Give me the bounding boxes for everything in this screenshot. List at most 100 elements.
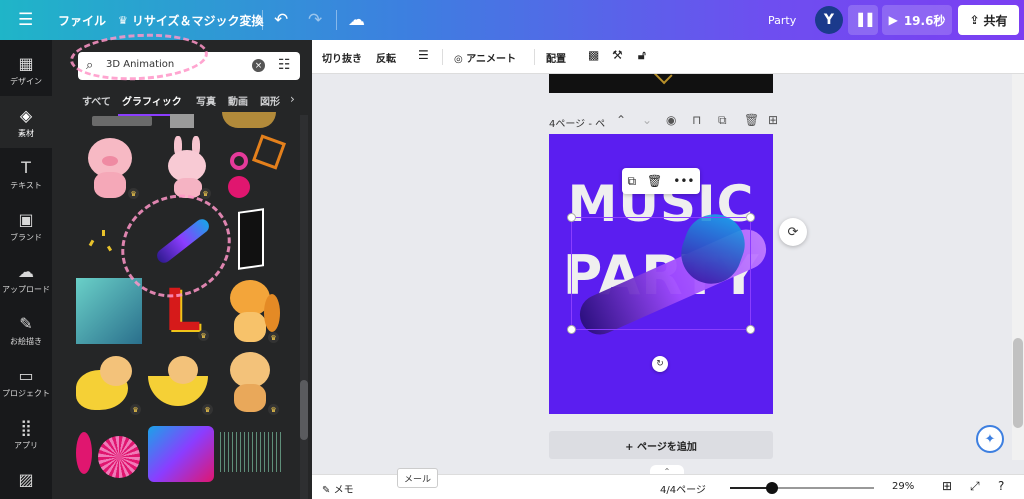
monkey-banana-graphic[interactable]: ♛: [76, 350, 142, 416]
zoom-level[interactable]: 29%: [892, 481, 914, 492]
sphere-graphic[interactable]: [98, 436, 140, 478]
flip-button[interactable]: 反転: [376, 50, 396, 65]
rail-item-text[interactable]: T テキスト: [0, 148, 52, 200]
tab-photos[interactable]: 写真: [196, 93, 216, 108]
undo-icon[interactable]: ↶: [274, 0, 288, 40]
trash-icon[interactable]: 🗑︎: [744, 113, 759, 127]
tab-graphics[interactable]: グラフィック: [122, 93, 182, 108]
rail-label: ブランド: [10, 232, 42, 242]
rail-item-brand[interactable]: ▣ ブランド: [0, 200, 52, 252]
zoom-slider-knob[interactable]: [766, 482, 778, 494]
rail-label: お絵描き: [10, 336, 42, 346]
grid-view-icon[interactable]: ⊞: [942, 479, 952, 493]
tab-videos[interactable]: 動画: [228, 93, 248, 108]
search-box[interactable]: ⌕ 3D Animation × ☷: [78, 52, 300, 80]
redo-icon[interactable]: ↷: [308, 0, 322, 40]
pen-icon: ✎: [19, 313, 33, 333]
share-button[interactable]: ⇪ 共有: [958, 5, 1019, 35]
fullscreen-icon[interactable]: ⤢: [970, 479, 980, 494]
design-title[interactable]: Party: [768, 0, 796, 40]
rail-item-design[interactable]: ▦ デザイン: [0, 44, 52, 96]
resize-handle[interactable]: [567, 325, 576, 334]
share-icon: ⇪: [969, 13, 980, 27]
rail-item-draw[interactable]: ✎ お絵描き: [0, 304, 52, 356]
graphic-thumb[interactable]: [222, 112, 276, 128]
lines-graphic[interactable]: [220, 432, 282, 472]
rail-label: アップロード: [2, 284, 50, 294]
cloud-save-icon[interactable]: ☁: [348, 0, 365, 40]
panel-scroll-thumb[interactable]: [300, 380, 308, 440]
monkey-moon-graphic[interactable]: ♛: [148, 350, 214, 416]
transparency-icon[interactable]: ▩: [588, 48, 599, 62]
hamburger-icon[interactable]: ☰: [18, 0, 33, 40]
animate-button[interactable]: ◎ アニメート: [454, 50, 516, 65]
tab-shapes[interactable]: 図形: [260, 93, 280, 108]
file-menu[interactable]: ファイル: [58, 0, 106, 40]
duplicate-icon[interactable]: ⧉: [718, 113, 727, 128]
chevron-down-icon[interactable]: ⌄: [642, 113, 652, 127]
border-style-icon[interactable]: ☰: [418, 48, 429, 62]
animate-icon: ◎: [454, 54, 463, 65]
eye-icon[interactable]: ◉: [666, 113, 676, 127]
lock-icon[interactable]: ⊓: [692, 113, 701, 127]
resize-handle[interactable]: [567, 213, 576, 222]
gradient-wave-graphic[interactable]: [148, 426, 214, 482]
share-label: 共有: [983, 13, 1008, 28]
refresh-comment-icon[interactable]: ⟳: [779, 218, 807, 246]
page-label[interactable]: 4ページ - ペ: [549, 115, 605, 130]
add-page-button[interactable]: + ページを追加: [549, 431, 773, 459]
resize-button[interactable]: ♛ リサイズ＆マジック変換: [118, 0, 264, 40]
more-icon[interactable]: •••: [673, 174, 694, 188]
rail-item-image[interactable]: ▨: [0, 466, 52, 496]
squirrel-graphic[interactable]: ♛: [220, 278, 282, 346]
rail-item-uploads[interactable]: ☁ アップロード: [0, 252, 52, 304]
help-icon[interactable]: ?: [998, 479, 1004, 493]
crop-button[interactable]: 切り抜き: [322, 50, 362, 65]
black-shape-graphic[interactable]: [232, 208, 274, 272]
filter-icon[interactable]: ☷: [278, 57, 291, 73]
teal-pattern-graphic[interactable]: [76, 278, 142, 344]
duplicate-icon[interactable]: ⧉: [627, 174, 636, 189]
canvas-scroll-thumb[interactable]: [1013, 338, 1023, 428]
rail-label: 素材: [18, 128, 34, 138]
bunny-graphic[interactable]: ♛: [160, 136, 216, 200]
page-count[interactable]: 4/4ページ: [660, 481, 706, 496]
flower-graphic[interactable]: [76, 432, 92, 474]
brand-icon: ▣: [18, 209, 34, 229]
crown-icon: ♛: [198, 330, 209, 341]
magic-sparkle-icon[interactable]: ✦: [976, 425, 1004, 453]
confetti-graphic[interactable]: [80, 210, 138, 270]
resize-handle[interactable]: [746, 325, 755, 334]
panel-scrollbar[interactable]: [300, 115, 308, 499]
avatar[interactable]: Y: [815, 6, 843, 34]
trash-icon[interactable]: 🗑︎: [647, 174, 662, 188]
analytics-icon[interactable]: ▐▐: [848, 5, 878, 35]
tab-all[interactable]: すべて: [82, 93, 111, 108]
chevron-right-icon[interactable]: ›: [290, 92, 295, 106]
play-icon: ▶: [888, 13, 898, 27]
present-button[interactable]: ▶ 19.6秒: [882, 5, 952, 35]
notes-label: メモ: [333, 485, 354, 496]
search-input[interactable]: 3D Animation: [106, 59, 174, 70]
lock-icon[interactable]: 🔓︎: [638, 48, 646, 63]
clear-icon[interactable]: ×: [252, 59, 265, 72]
letter-l-graphic[interactable]: L ♛: [160, 278, 214, 344]
rail-item-apps[interactable]: ⣿ アプリ: [0, 408, 52, 460]
graphic-thumb[interactable]: [92, 116, 152, 126]
rail-item-elements[interactable]: ◈ 素材: [0, 96, 52, 148]
rail-item-projects[interactable]: ▭ プロジェクト: [0, 356, 52, 408]
notes-button[interactable]: ✎ メモ: [322, 481, 354, 496]
monkey-sitting-graphic[interactable]: ♛: [220, 350, 282, 416]
shapes-graphic[interactable]: [222, 134, 287, 200]
position-button[interactable]: 配置: [546, 50, 566, 65]
add-note-icon[interactable]: ⊞: [768, 113, 778, 127]
divider: [336, 10, 337, 30]
ribbon-graphic[interactable]: [148, 216, 212, 266]
paint-roller-icon[interactable]: ⚒: [612, 48, 623, 62]
rotate-icon[interactable]: ↻: [652, 356, 668, 372]
previous-page[interactable]: [549, 74, 773, 93]
graphic-thumb[interactable]: [170, 114, 194, 128]
pig-graphic[interactable]: ♛: [82, 136, 139, 200]
chevron-up-icon[interactable]: ⌃: [616, 113, 626, 127]
resize-handle[interactable]: [746, 213, 755, 222]
